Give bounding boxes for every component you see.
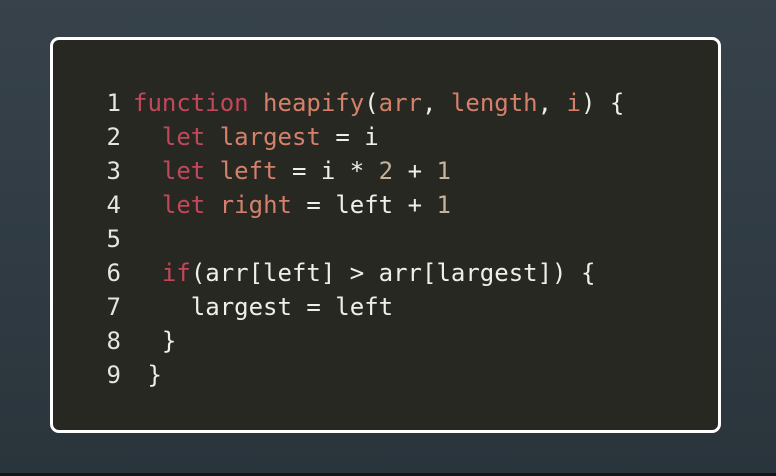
code-token: ( — [364, 89, 379, 117]
code-text: let largest = i — [133, 120, 379, 154]
code-token: function — [133, 89, 249, 117]
line-number: 1 — [106, 89, 121, 117]
code-token: + — [393, 157, 437, 185]
code-token: } — [133, 327, 177, 355]
code-token: length — [450, 89, 538, 117]
code-text: } — [133, 358, 162, 392]
code-token: if — [161, 259, 191, 287]
code-line: 3 let left = i * 2 + 1 — [53, 154, 718, 188]
line-number: 9 — [106, 361, 121, 389]
code-token: i — [566, 89, 581, 117]
code-token: 2 — [378, 157, 394, 185]
code-line: 1 function heapify(arr, length, i) { — [53, 86, 718, 120]
code-text: let left = i * 2 + 1 — [133, 154, 451, 188]
line-number: 3 — [106, 157, 121, 185]
code-token: , — [537, 89, 567, 117]
code-token: = i * — [277, 157, 379, 185]
code-token: (arr[left] > arr[largest]) { — [190, 259, 596, 287]
code-text: largest = left — [133, 290, 393, 324]
line-number: 8 — [106, 327, 121, 355]
line-number: 2 — [106, 123, 121, 151]
code-token: heapify — [263, 89, 365, 117]
code-text: } — [133, 324, 176, 358]
line-number: 5 — [106, 225, 121, 253]
code-token: let — [161, 123, 206, 151]
code-token: = left + — [291, 191, 437, 219]
code-token: arr — [378, 89, 423, 117]
code-token: largest — [219, 123, 321, 151]
code-line: 5 — [53, 222, 718, 256]
line-number: 7 — [106, 293, 121, 321]
code-token: } — [133, 361, 162, 389]
code-token: let — [161, 191, 206, 219]
code-text: let right = left + 1 — [133, 188, 451, 222]
code-text: if(arr[left] > arr[largest]) { — [133, 256, 595, 290]
code-line: 4 let right = left + 1 — [53, 188, 718, 222]
line-number: 6 — [106, 259, 121, 287]
code-token: , — [422, 89, 451, 117]
code-token: 1 — [436, 157, 451, 185]
code-line: 2 let largest = i — [53, 120, 718, 154]
code-token: ) { — [580, 89, 625, 117]
code-line: 8 } — [53, 324, 718, 358]
code-window: 1 function heapify(arr, length, i) {2 let… — [50, 37, 721, 433]
code-token: left — [219, 157, 278, 185]
code-token: 1 — [436, 191, 451, 219]
code-token: = i — [320, 123, 379, 151]
code-line: 7 largest = left — [53, 290, 718, 324]
code-token: largest = left — [133, 293, 394, 321]
code-line: 9 } — [53, 358, 718, 392]
line-number: 4 — [106, 191, 121, 219]
code-block: 1 function heapify(arr, length, i) {2 let… — [53, 86, 718, 392]
code-text: function heapify(arr, length, i) { — [133, 86, 624, 120]
code-line: 6 if(arr[left] > arr[largest]) { — [53, 256, 718, 290]
code-token: let — [161, 157, 206, 185]
code-token: right — [219, 191, 292, 219]
